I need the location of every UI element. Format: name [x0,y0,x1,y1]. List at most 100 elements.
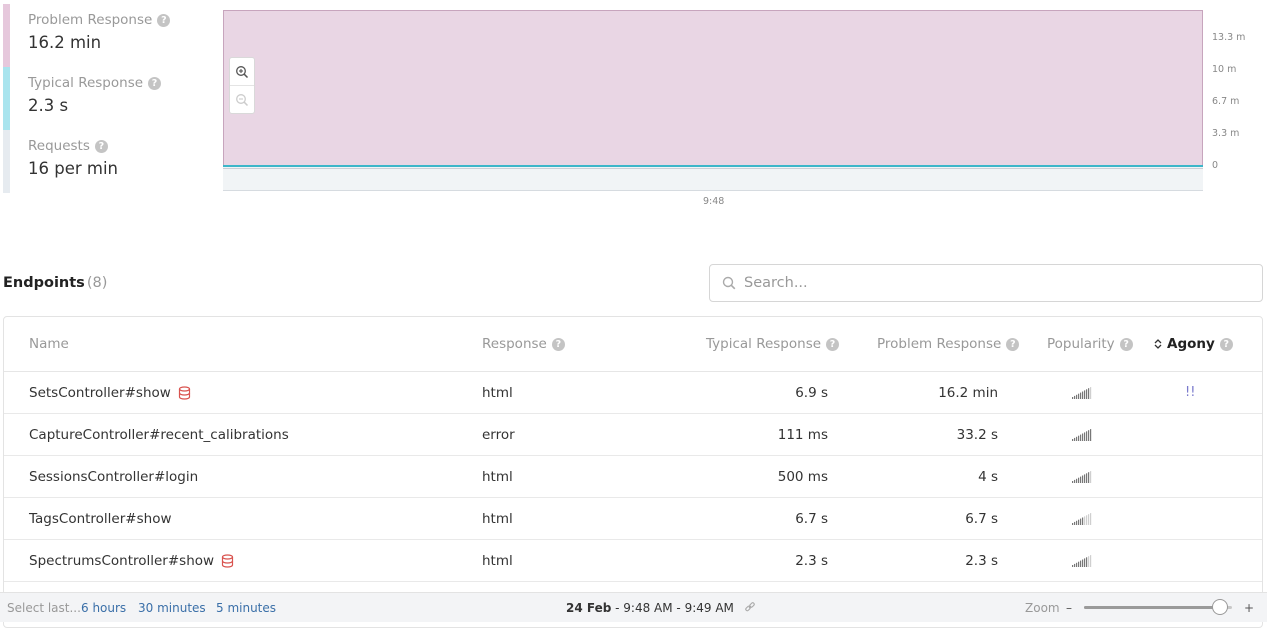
help-icon[interactable]: ? [1219,337,1233,351]
endpoints-search[interactable] [709,264,1263,302]
table-row[interactable]: SessionsController#login html 500 ms 4 s [4,456,1262,498]
metric-value: 2.3 s [28,96,69,115]
popularity-bar [1082,517,1084,525]
popularity-bar [1084,558,1086,567]
response-type: html [482,553,513,569]
range-30-minutes[interactable]: 30 minutes [138,601,206,615]
metric-value: 16.2 min [28,33,102,52]
popularity-bar [1082,559,1084,567]
metric-value: 16 per min [28,159,119,178]
popularity-bar [1086,431,1088,441]
popularity-bar [1080,392,1082,399]
popularity-bar [1076,436,1078,441]
endpoints-title: Endpoints [3,275,85,291]
column-agony[interactable]: Agony? [1154,336,1233,352]
column-name[interactable]: Name [29,336,69,352]
endpoint-name-cell[interactable]: SessionsController#login [29,469,198,485]
endpoint-name[interactable]: TagsController#show [29,511,172,527]
link-icon[interactable] [744,601,756,613]
range-6-hours[interactable]: 6 hours [81,601,126,615]
popularity-bar [1088,472,1090,483]
column-popularity[interactable]: Popularity? [1047,336,1133,352]
help-icon[interactable]: ? [1006,337,1020,351]
response-chart[interactable] [223,10,1203,191]
popularity-bar [1076,394,1078,399]
typical-response-value: 6.7 s [795,511,828,527]
typical-response-value: 500 ms [777,469,828,485]
popularity-bar [1076,478,1078,483]
table-row[interactable]: TagsController#show html 6.7 s 6.7 s [4,498,1262,540]
popularity-cell [1072,386,1092,399]
chart-baseline [223,190,1203,191]
popularity-cell [1072,554,1092,567]
zoom-label: Zoom [1025,601,1060,615]
help-icon[interactable]: ? [1119,337,1133,351]
metric-problem-response[interactable]: Problem Response? 16.2 min [3,4,203,67]
popularity-bar [1078,435,1080,441]
popularity-bar [1084,432,1086,441]
popularity-bar [1080,434,1082,441]
metric-requests[interactable]: Requests? 16 per min [3,130,203,193]
column-label: Agony [1167,336,1215,352]
database-icon [221,554,234,568]
y-tick-label: 10 m [1212,64,1237,75]
metric-typical-response[interactable]: Typical Response? 2.3 s [3,67,203,130]
response-type: html [482,385,513,401]
help-icon[interactable]: ? [826,337,840,351]
help-icon[interactable]: ? [551,337,565,351]
popularity-bar [1074,479,1076,483]
search-input[interactable] [744,275,1224,291]
table-row[interactable]: SetsController#show html 6.9 s 16.2 min!! [4,372,1262,414]
column-typical-response[interactable]: Typical Response? [706,336,840,352]
popularity-bar [1078,561,1080,567]
help-icon[interactable]: ? [157,13,171,27]
endpoint-name[interactable]: SpectrumsController#show [29,553,214,569]
typical-response-value: 6.9 s [795,385,828,401]
table-row[interactable]: SpectrumsController#show html 2.3 s 2.3 s [4,540,1262,582]
popularity-bar [1080,476,1082,483]
popularity-bar [1084,474,1086,483]
popularity-bar [1090,555,1092,567]
y-tick-label: 0 [1212,160,1219,171]
endpoint-name-cell[interactable]: SpectrumsController#show [29,553,234,569]
zoom-out-button[interactable] [230,86,254,114]
time-range-bar: Select last... 6 hours 30 minutes 5 minu… [0,592,1267,622]
endpoint-name-cell[interactable]: TagsController#show [29,511,172,527]
zoom-plus-button[interactable]: + [1244,601,1254,615]
endpoint-name-cell[interactable]: CaptureController#recent_calibrations [29,427,289,443]
column-problem-response[interactable]: Problem Response? [877,336,1020,352]
metric-label: Problem Response [28,12,153,28]
requests-line [223,168,1203,169]
range-5-minutes[interactable]: 5 minutes [216,601,276,615]
zoom-slider-handle[interactable] [1212,599,1229,615]
popularity-bar [1072,439,1074,441]
help-icon[interactable]: ? [94,139,108,153]
endpoint-name[interactable]: SetsController#show [29,385,171,401]
table-header: Name Response? Typical Response? Problem… [4,317,1262,372]
problem-response-value: 2.3 s [965,553,998,569]
endpoint-name[interactable]: CaptureController#recent_calibrations [29,427,289,443]
zoom-slider[interactable] [1084,599,1232,615]
zoom-minus-button[interactable]: – [1066,601,1072,615]
table-row[interactable]: CaptureController#recent_calibrations err… [4,414,1262,456]
typical-response-line [223,165,1203,167]
popularity-bar [1086,389,1088,399]
popularity-bar [1082,391,1084,399]
popularity-bar [1072,565,1074,567]
column-label: Typical Response [706,336,822,352]
problem-response-value: 33.2 s [956,427,998,443]
popularity-bar [1084,516,1086,525]
popularity-bar [1074,521,1076,525]
help-icon[interactable]: ? [148,76,162,90]
endpoint-name[interactable]: SessionsController#login [29,469,198,485]
endpoint-name-cell[interactable]: SetsController#show [29,385,191,401]
popularity-signal-icon [1072,555,1092,567]
popularity-bar [1072,523,1074,525]
chart-zoom-controls [229,57,255,114]
response-type: error [482,427,515,443]
popularity-signal-icon [1072,387,1092,399]
popularity-bar [1080,560,1082,567]
zoom-in-button[interactable] [230,58,254,86]
current-time-range: 24 Feb - 9:48 AM - 9:49 AM [566,601,756,615]
column-response[interactable]: Response? [482,336,565,352]
